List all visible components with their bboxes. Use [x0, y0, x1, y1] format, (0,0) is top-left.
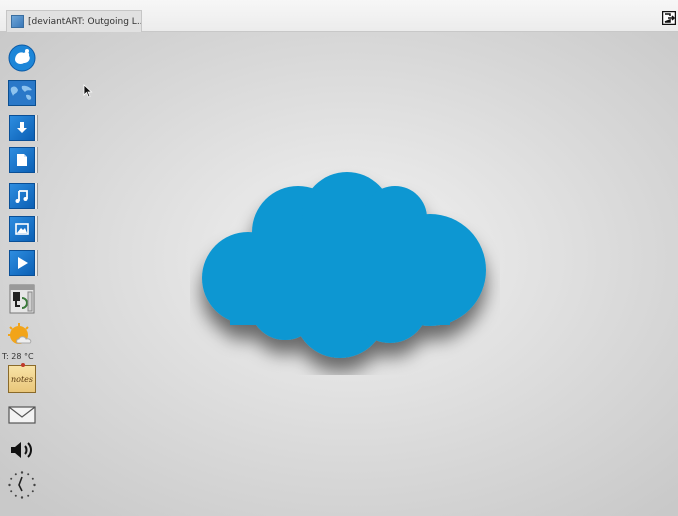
volume-icon [11, 442, 32, 458]
pictures-icon [15, 223, 29, 235]
window-tab[interactable]: [deviantART: Outgoing L... [6, 10, 142, 32]
mail-icon [8, 406, 36, 424]
dock-item-videos[interactable] [7, 248, 37, 278]
dock-item-downloads[interactable] [7, 113, 37, 143]
dock-item-clock[interactable] [7, 470, 37, 500]
documents-icon [17, 154, 27, 166]
favicon-icon [11, 15, 24, 28]
window-tab-title: [deviantART: Outgoing L... [28, 16, 142, 27]
music-tile [9, 183, 35, 209]
videos-icon [18, 257, 28, 269]
downloads-tile [9, 115, 35, 141]
dock-item-weather[interactable] [7, 321, 37, 351]
cloud-logo [202, 172, 486, 358]
dock-item-music[interactable] [7, 181, 37, 211]
mouse-cursor-icon [83, 84, 93, 98]
taskbar: [deviantART: Outgoing L... [0, 0, 678, 32]
clock-icon [8, 471, 36, 499]
software-icon [9, 284, 35, 314]
dock-item-world-map[interactable] [7, 78, 37, 108]
weather-icon [8, 323, 32, 344]
weather-temperature: T: 28 °C [2, 352, 34, 361]
world-map-icon [8, 80, 36, 106]
dock-item-pictures[interactable] [7, 214, 37, 244]
notes-icon: notes [8, 363, 36, 393]
dock-item-volume[interactable] [7, 435, 37, 465]
dock-item-software[interactable] [7, 284, 37, 314]
app-logo-icon [8, 44, 36, 72]
logout-icon[interactable] [662, 11, 676, 25]
dock-item-notes[interactable]: notes [7, 363, 37, 394]
dock-item-app-logo[interactable] [7, 43, 37, 73]
videos-tile [9, 250, 35, 276]
dock-item-mail[interactable] [7, 400, 37, 430]
music-icon [15, 190, 28, 203]
documents-tile [9, 147, 35, 173]
downloads-icon [17, 122, 27, 133]
notes-label: notes [10, 374, 34, 384]
pictures-tile [9, 216, 35, 242]
dock-item-documents[interactable] [7, 145, 37, 175]
